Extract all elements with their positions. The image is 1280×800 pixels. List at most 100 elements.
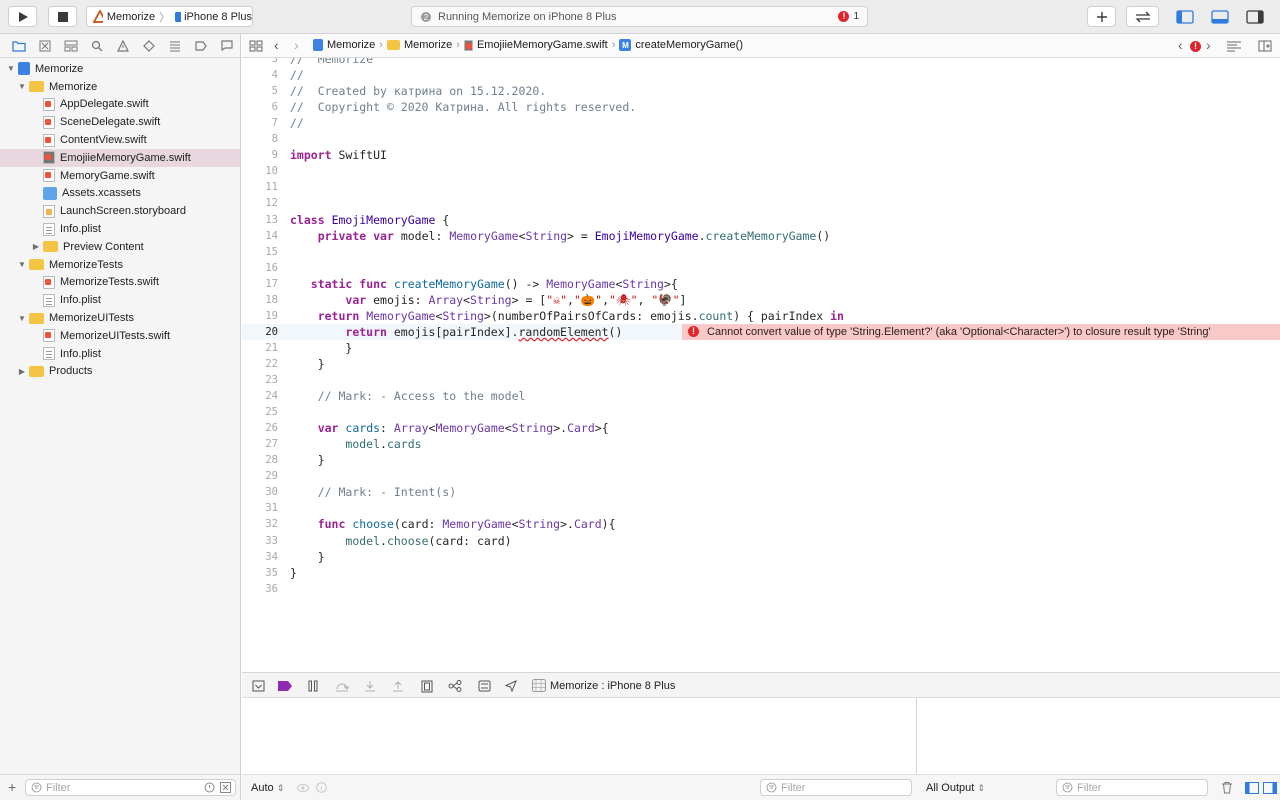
line-number[interactable]: 24 bbox=[242, 388, 278, 404]
line-number[interactable]: 36 bbox=[242, 581, 278, 597]
line-number[interactable]: 31 bbox=[242, 500, 278, 516]
line-number[interactable]: 29 bbox=[242, 468, 278, 484]
line-number[interactable]: 32 bbox=[242, 516, 278, 532]
disclosure-closed-icon[interactable]: ▶ bbox=[17, 367, 27, 376]
tree-item[interactable]: ContentView.swift bbox=[31, 131, 147, 149]
eye-icon[interactable] bbox=[297, 783, 309, 793]
breakpoints-toggle-button[interactable] bbox=[277, 678, 293, 694]
code-line[interactable]: 30 // Mark: - Intent(s) bbox=[242, 484, 1280, 500]
line-number[interactable]: 10 bbox=[242, 163, 278, 179]
code-line[interactable]: 13 class EmojiMemoryGame { bbox=[242, 212, 1280, 228]
breadcrumb-group[interactable]: Memorize bbox=[404, 39, 452, 51]
tree-item[interactable]: Info.plist bbox=[31, 291, 101, 309]
code-line[interactable]: 5 // Created by катрина on 15.12.2020. bbox=[242, 83, 1280, 99]
hide-debug-area-button[interactable] bbox=[250, 678, 266, 694]
tree-item[interactable]: AppDelegate.swift bbox=[31, 96, 149, 114]
code-line[interactable]: 19 return MemoryGame<String>(numberOfPai… bbox=[242, 308, 1280, 324]
related-items-icon[interactable] bbox=[249, 40, 263, 52]
code-line[interactable]: 8 bbox=[242, 131, 1280, 147]
add-editor-icon[interactable] bbox=[1258, 40, 1272, 52]
code-line[interactable]: 6 // Copyright © 2020 Катрина. All rights… bbox=[242, 99, 1280, 115]
disclosure-closed-icon[interactable]: ▶ bbox=[31, 242, 41, 251]
line-number[interactable]: 23 bbox=[242, 372, 278, 388]
project-navigator-tab[interactable] bbox=[6, 34, 32, 58]
code-line[interactable]: 32 func choose(card: MemoryGame<String>.… bbox=[242, 516, 1280, 532]
run-button[interactable] bbox=[8, 6, 37, 27]
code-line[interactable]: 26 var cards: Array<MemoryGame<String>.C… bbox=[242, 420, 1280, 436]
toggle-inspector-button[interactable] bbox=[1238, 6, 1271, 27]
report-navigator-tab[interactable] bbox=[214, 34, 240, 58]
line-number[interactable]: 8 bbox=[242, 131, 278, 147]
symbol-navigator-tab[interactable] bbox=[58, 34, 84, 58]
line-number[interactable]: 27 bbox=[242, 436, 278, 452]
line-number[interactable]: 34 bbox=[242, 549, 278, 565]
step-out-button[interactable] bbox=[390, 678, 406, 694]
code-line[interactable]: 21 } bbox=[242, 340, 1280, 356]
breadcrumb-file[interactable]: EmojiieMemoryGame.swift bbox=[477, 39, 608, 51]
tree-item[interactable]: Info.plist bbox=[31, 345, 101, 363]
tree-item[interactable]: LaunchScreen.storyboard bbox=[31, 202, 186, 220]
error-indicator[interactable]: ! 1 bbox=[838, 11, 859, 22]
breakpoint-navigator-tab[interactable] bbox=[188, 34, 214, 58]
disclosure-open-icon[interactable]: ▼ bbox=[17, 314, 27, 323]
test-navigator-tab[interactable] bbox=[136, 34, 162, 58]
code-line[interactable]: 11 bbox=[242, 179, 1280, 195]
step-over-button[interactable] bbox=[334, 678, 350, 694]
code-line[interactable]: 15 bbox=[242, 244, 1280, 260]
pause-button[interactable] bbox=[305, 678, 321, 694]
find-navigator-tab[interactable] bbox=[84, 34, 110, 58]
line-number[interactable]: 15 bbox=[242, 244, 278, 260]
variables-mode-popup[interactable]: Auto ⇕ bbox=[251, 782, 284, 794]
activity-viewer[interactable]: 2 Running Memorize on iPhone 8 Plus ! 1 bbox=[411, 6, 868, 27]
trash-icon[interactable] bbox=[1221, 781, 1233, 794]
tree-item[interactable]: ▼ Memorize bbox=[6, 60, 83, 78]
code-line[interactable]: 4 // bbox=[242, 67, 1280, 83]
library-button[interactable] bbox=[1087, 6, 1116, 27]
line-number[interactable]: 5 bbox=[242, 83, 278, 99]
console-filter-input[interactable]: Filter bbox=[1056, 779, 1208, 796]
environment-overrides-button[interactable] bbox=[476, 678, 492, 694]
code-line[interactable]: 35} bbox=[242, 565, 1280, 581]
line-number[interactable]: 11 bbox=[242, 179, 278, 195]
code-line[interactable]: 24 // Mark: - Access to the model bbox=[242, 388, 1280, 404]
info-icon[interactable] bbox=[316, 782, 327, 793]
stop-button[interactable] bbox=[48, 6, 77, 27]
line-number[interactable]: 28 bbox=[242, 452, 278, 468]
issue-error-icon[interactable]: ! bbox=[1190, 41, 1201, 52]
navigator-filter-input[interactable]: Filter bbox=[25, 779, 236, 796]
clock-icon[interactable] bbox=[204, 782, 215, 793]
tree-item[interactable]: SceneDelegate.swift bbox=[31, 113, 160, 131]
toggle-navigator-button[interactable] bbox=[1168, 6, 1201, 27]
code-line[interactable]: 14 private var model: MemoryGame<String>… bbox=[242, 228, 1280, 244]
line-number[interactable]: 22 bbox=[242, 356, 278, 372]
line-number[interactable]: 21 bbox=[242, 340, 278, 356]
variables-filter-input[interactable]: Filter bbox=[760, 779, 912, 796]
line-number[interactable]: 33 bbox=[242, 533, 278, 549]
line-number[interactable]: 14 bbox=[242, 228, 278, 244]
line-number[interactable]: 7 bbox=[242, 115, 278, 131]
back-arrow-icon[interactable]: ‹ bbox=[274, 37, 279, 53]
toggle-debug-area-button[interactable] bbox=[1203, 6, 1236, 27]
code-line[interactable]: 7 // bbox=[242, 115, 1280, 131]
tree-item[interactable]: MemorizeUITests.swift bbox=[31, 327, 170, 345]
split-left-icon[interactable] bbox=[1245, 782, 1259, 794]
code-line[interactable]: 22 } bbox=[242, 356, 1280, 372]
close-icon[interactable] bbox=[220, 782, 231, 793]
line-number[interactable]: 6 bbox=[242, 99, 278, 115]
code-line[interactable]: 3 // Memorize bbox=[242, 58, 1280, 67]
tree-item[interactable]: MemorizeTests.swift bbox=[31, 274, 159, 292]
line-number[interactable]: 25 bbox=[242, 404, 278, 420]
breadcrumb-project[interactable]: Memorize bbox=[327, 39, 375, 51]
output-mode-popup[interactable]: All Output ⇕ bbox=[926, 782, 985, 794]
disclosure-open-icon[interactable]: ▼ bbox=[17, 82, 27, 91]
line-number[interactable]: 20 bbox=[242, 324, 278, 340]
code-line[interactable]: 36 bbox=[242, 581, 1280, 597]
tree-item[interactable]: ▼ MemorizeUITests bbox=[17, 309, 134, 327]
code-line[interactable]: 16 bbox=[242, 260, 1280, 276]
tree-item[interactable]: Info.plist bbox=[31, 220, 101, 238]
code-line[interactable]: 25 bbox=[242, 404, 1280, 420]
code-line[interactable]: 10 bbox=[242, 163, 1280, 179]
debug-memory-graph-button[interactable] bbox=[447, 678, 463, 694]
code-line[interactable]: 20 return emojis[pairIndex].randomElemen… bbox=[242, 323, 1280, 340]
issue-navigator-tab[interactable] bbox=[110, 34, 136, 58]
